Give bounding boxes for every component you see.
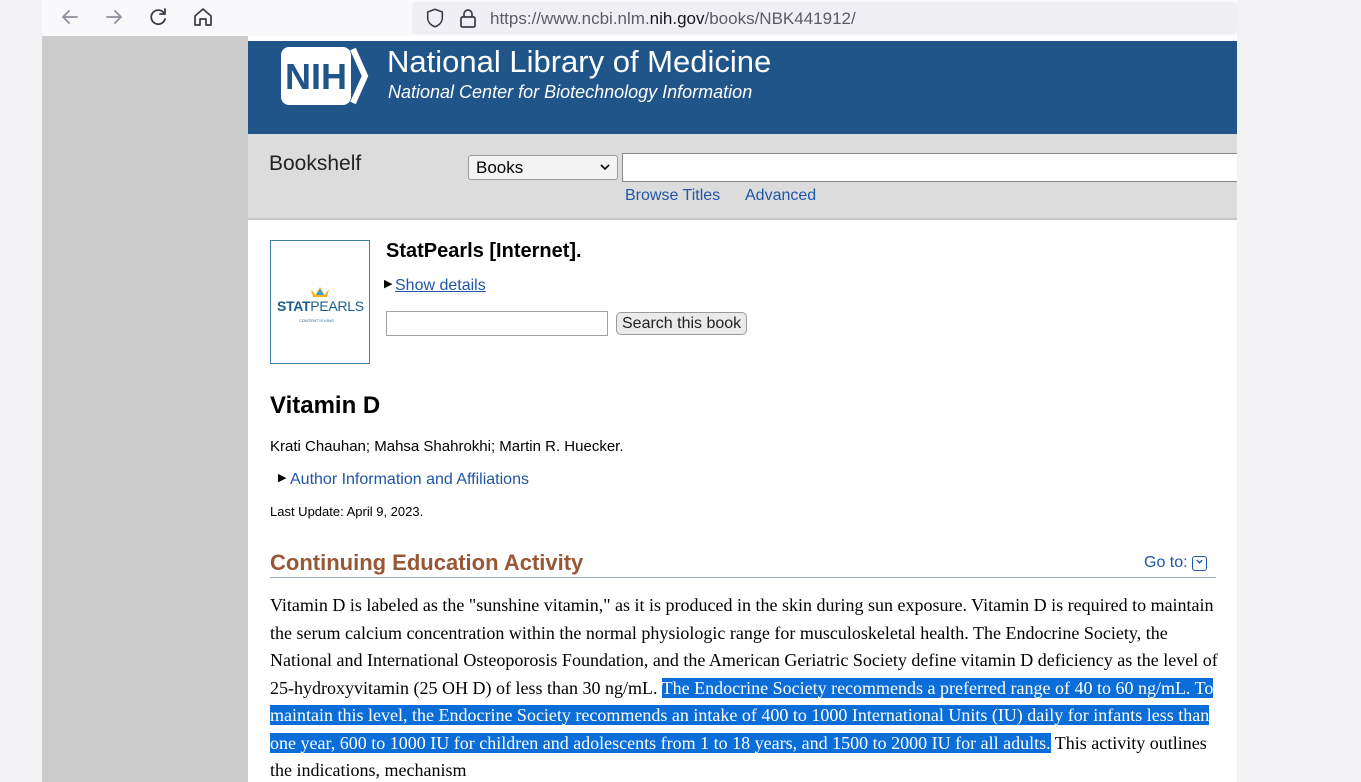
chevron-down-icon bbox=[1191, 556, 1207, 571]
database-select[interactable]: Books bbox=[468, 155, 618, 180]
page-side-background bbox=[42, 36, 248, 782]
tracking-shield-icon[interactable] bbox=[424, 7, 446, 34]
section-paragraph: Vitamin D is labeled as the "sunshine vi… bbox=[270, 592, 1218, 782]
statpearls-cover[interactable]: STATPEARLS CONTENT IS KING bbox=[270, 240, 370, 364]
nih-logo-text: NIH bbox=[285, 56, 347, 97]
window-left-margin bbox=[0, 0, 42, 782]
bookshelf-search-band: Bookshelf Books Browse Titles Advanced bbox=[248, 134, 1237, 220]
nlm-subtitle: National Center for Biotechnology Inform… bbox=[388, 82, 753, 102]
bookshelf-label[interactable]: Bookshelf bbox=[269, 152, 361, 176]
back-arrow-icon[interactable] bbox=[58, 5, 82, 29]
nlm-header: NIH National Library of Medicine Nationa… bbox=[248, 41, 1237, 134]
section-heading: Continuing Education Activity bbox=[270, 550, 584, 575]
address-bar[interactable]: https://www.ncbi.nlm.nih.gov/books/NBK44… bbox=[412, 2, 1237, 34]
advanced-search-link[interactable]: Advanced bbox=[745, 187, 816, 205]
search-term-input[interactable] bbox=[622, 153, 1237, 182]
expand-triangle-icon[interactable]: ▶ bbox=[384, 277, 392, 290]
cover-logo: STATPEARLS bbox=[277, 298, 364, 314]
last-update: Last Update: April 9, 2023. bbox=[270, 504, 424, 519]
database-select-value: Books bbox=[476, 158, 524, 177]
page-content: NIH National Library of Medicine Nationa… bbox=[248, 36, 1237, 782]
goto-menu[interactable]: Go to: bbox=[1144, 554, 1207, 572]
author-affiliations-link[interactable]: Author Information and Affiliations bbox=[290, 471, 529, 489]
section-divider bbox=[270, 577, 1216, 578]
reload-icon[interactable] bbox=[146, 5, 170, 29]
browser-toolbar: https://www.ncbi.nlm.nih.gov/books/NBK44… bbox=[42, 0, 1237, 36]
nih-logo[interactable]: NIH bbox=[281, 45, 381, 107]
expand-triangle-icon[interactable]: ▶ bbox=[278, 471, 286, 484]
forward-arrow-icon[interactable] bbox=[102, 5, 126, 29]
book-title: StatPearls [Internet]. bbox=[386, 240, 582, 262]
author-list: Krati Chauhan; Mahsa Shahrokhi; Martin R… bbox=[270, 438, 624, 455]
search-this-book-button[interactable]: Search this book bbox=[616, 312, 748, 335]
show-details-link[interactable]: Show details bbox=[395, 277, 486, 295]
nlm-title[interactable]: National Library of Medicine bbox=[387, 44, 771, 80]
window-right-margin bbox=[1237, 0, 1361, 782]
book-search-input[interactable] bbox=[386, 311, 608, 336]
cover-tagline: CONTENT IS KING bbox=[299, 318, 335, 323]
browse-titles-link[interactable]: Browse Titles bbox=[625, 187, 720, 205]
article-title: Vitamin D bbox=[270, 392, 381, 419]
url-text[interactable]: https://www.ncbi.nlm.nih.gov/books/NBK44… bbox=[490, 9, 856, 29]
home-icon[interactable] bbox=[191, 5, 215, 29]
chevron-down-icon bbox=[599, 159, 611, 178]
lock-icon[interactable] bbox=[458, 7, 478, 34]
url-domain: nih.gov bbox=[649, 9, 705, 28]
